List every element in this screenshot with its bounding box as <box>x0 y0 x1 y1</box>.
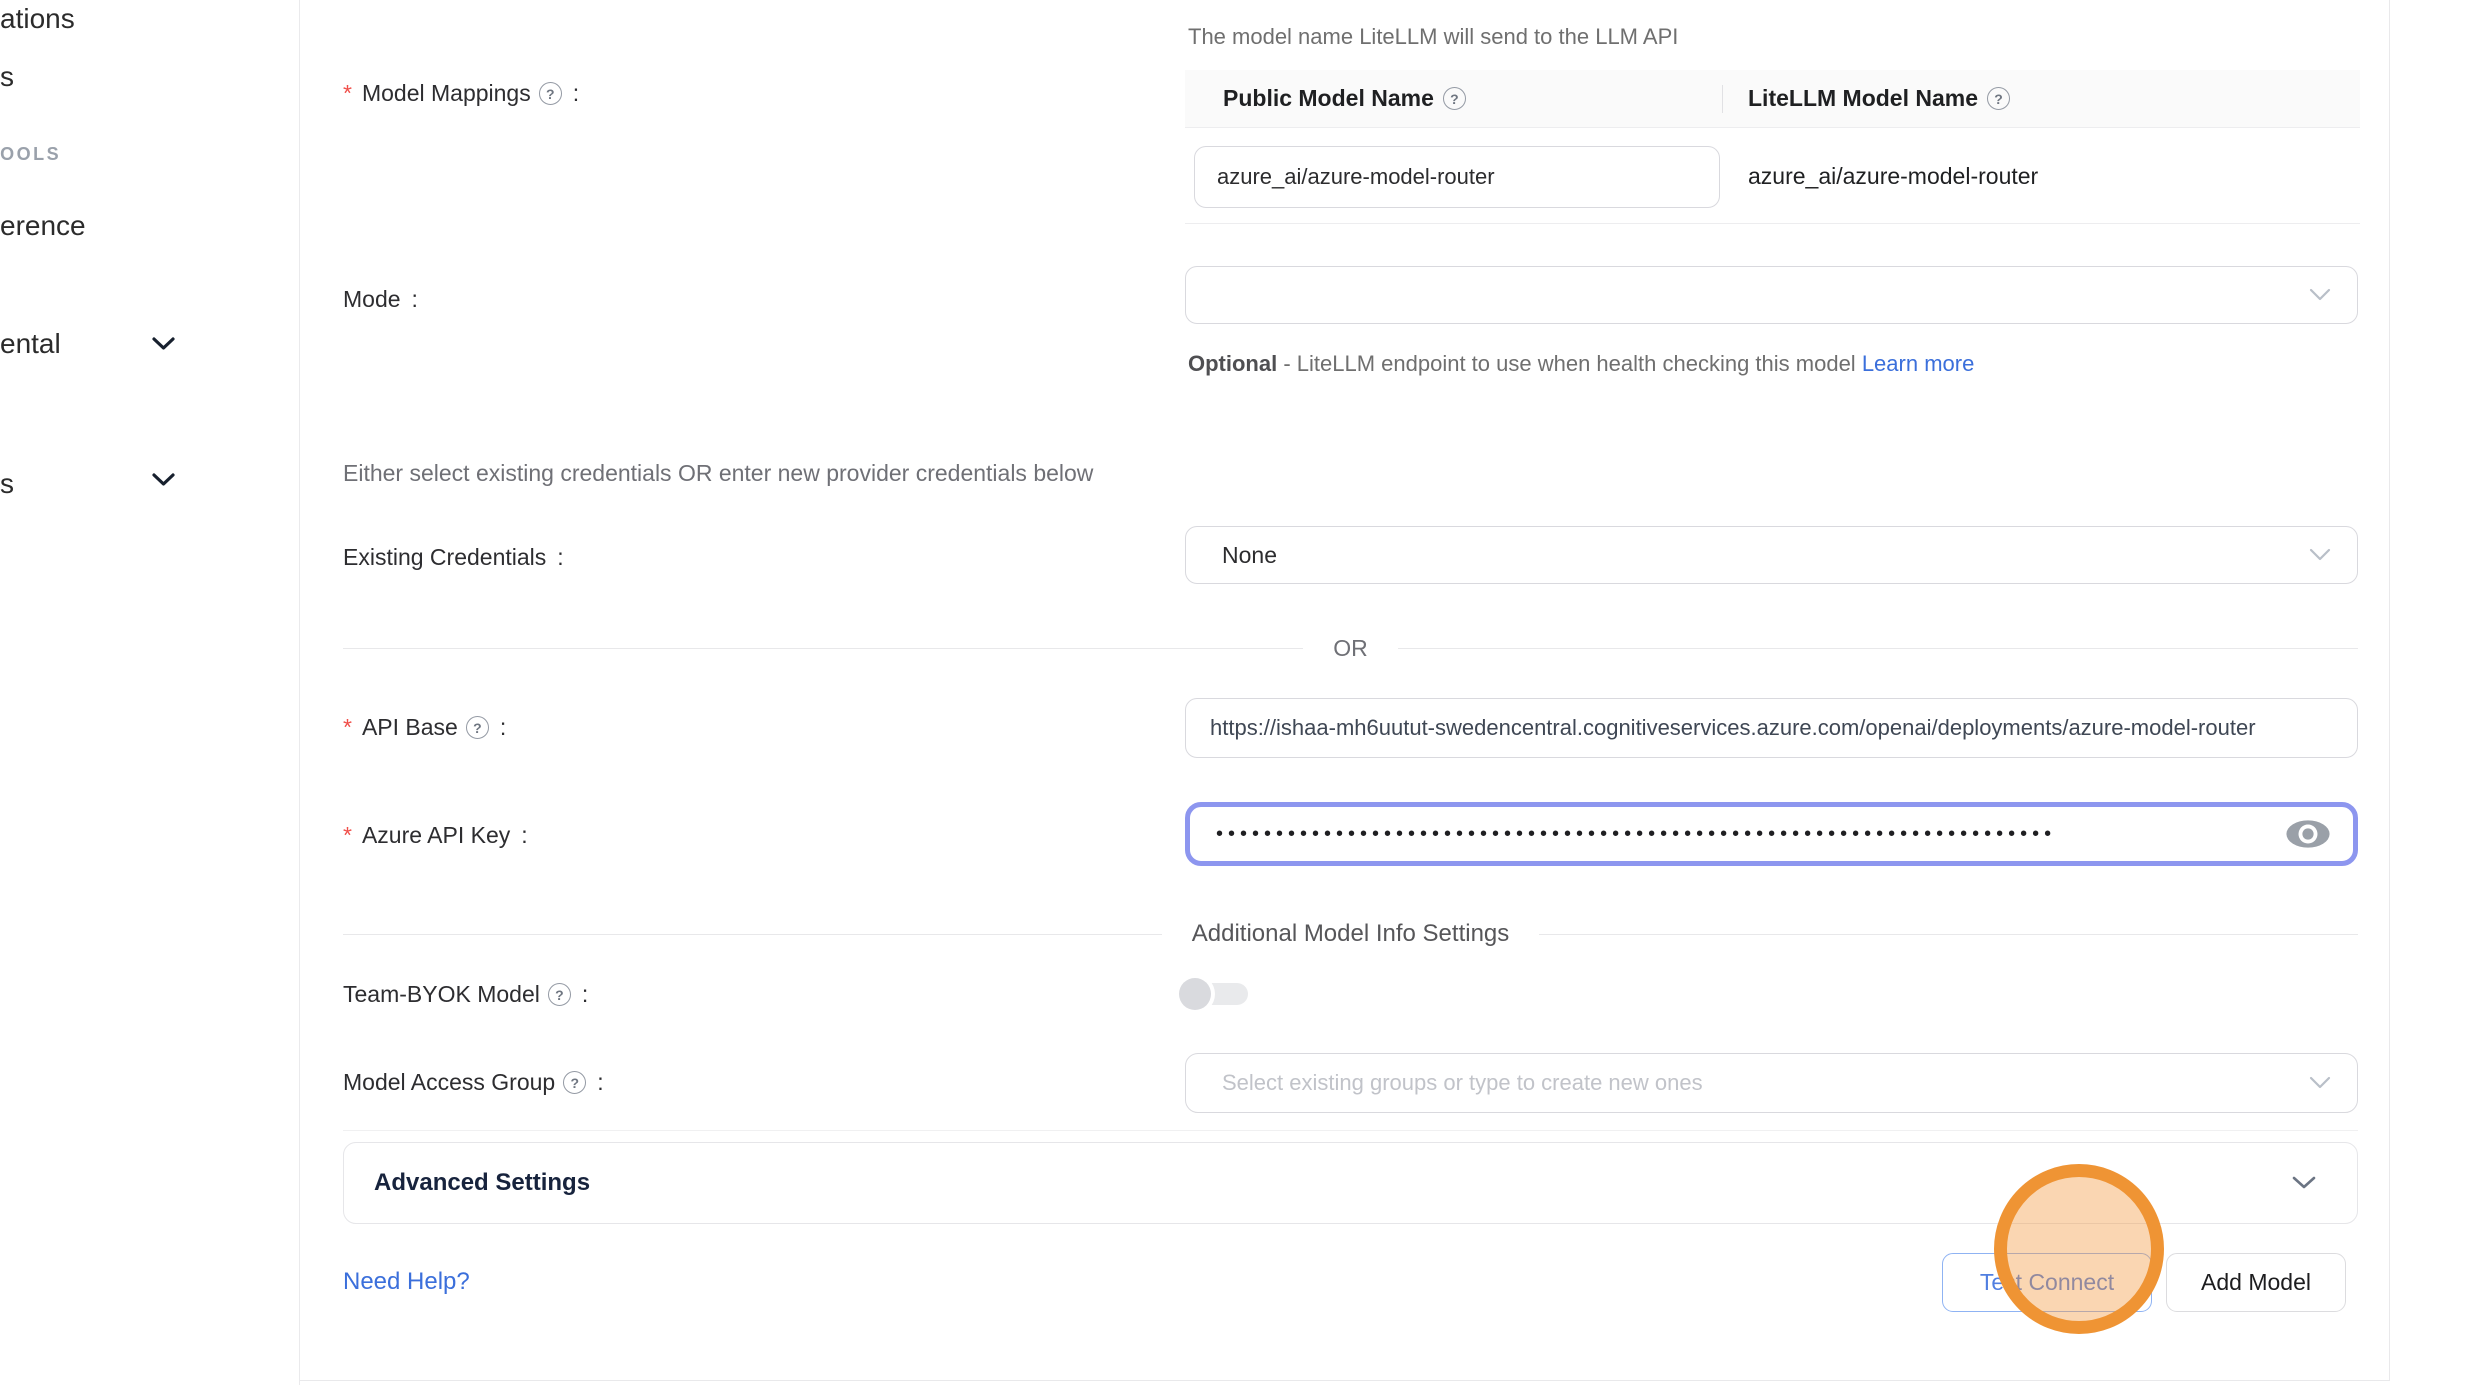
learn-more-link[interactable]: Learn more <box>1862 351 1975 376</box>
credentials-note: Either select existing credentials OR en… <box>343 460 1093 487</box>
help-icon[interactable]: ? <box>539 82 562 105</box>
masked-password-value: ••••••••••••••••••••••••••••••••••••••••… <box>1190 823 2130 846</box>
public-model-hint: The model name LiteLLM will send to the … <box>1188 24 1678 50</box>
help-icon[interactable]: ? <box>466 716 489 739</box>
sidebar-item-s1[interactable]: s <box>0 61 14 93</box>
chevron-down-icon <box>2309 288 2331 302</box>
model-mappings-table-row: azure_ai/azure-model-router <box>1185 128 2360 224</box>
api-base-input[interactable] <box>1186 699 2357 757</box>
help-icon[interactable]: ? <box>548 983 571 1006</box>
sidebar-item-erence[interactable]: erence <box>0 210 86 242</box>
public-model-name-input[interactable] <box>1195 147 1719 207</box>
chevron-down-icon <box>2291 1175 2317 1191</box>
additional-info-divider-text: Additional Model Info Settings <box>1192 920 1510 948</box>
model-mappings-label: * Model Mappings ? <box>343 80 579 107</box>
existing-credentials-value: None <box>1186 542 1277 569</box>
need-help-link[interactable]: Need Help? <box>343 1268 470 1296</box>
or-divider-text: OR <box>1333 635 1368 662</box>
chevron-down-icon[interactable] <box>151 336 176 357</box>
add-model-page: ations s TOOLS erence ental s The model … <box>0 0 2477 1385</box>
eye-icon[interactable] <box>2285 818 2331 850</box>
model-access-group-label: Model Access Group ? <box>343 1069 604 1096</box>
help-icon[interactable]: ? <box>1987 87 2010 110</box>
required-asterisk: * <box>343 80 352 107</box>
api-base-label: * API Base ? <box>343 714 506 741</box>
add-model-button[interactable]: Add Model <box>2166 1253 2346 1312</box>
or-divider: OR <box>343 634 2358 662</box>
sidebar-section-tools: TOOLS <box>0 144 61 165</box>
mode-label: Mode <box>343 286 418 313</box>
model-mappings-table: Public Model Name ? LiteLLM Model Name ?… <box>1185 70 2360 224</box>
model-mappings-table-header: Public Model Name ? LiteLLM Model Name ? <box>1185 70 2360 128</box>
team-byok-label: Team-BYOK Model ? <box>343 981 588 1008</box>
test-connect-button[interactable]: Test Connect <box>1942 1253 2152 1312</box>
existing-credentials-select[interactable]: None <box>1185 526 2358 584</box>
azure-api-key-label: * Azure API Key <box>343 822 528 849</box>
help-icon[interactable]: ? <box>1443 87 1466 110</box>
additional-info-divider: Additional Model Info Settings <box>343 919 2358 949</box>
team-byok-toggle[interactable] <box>1180 978 1248 1010</box>
mode-helper-text: Optional - LiteLLM endpoint to use when … <box>1188 344 2024 384</box>
advanced-settings-panel[interactable]: Advanced Settings <box>343 1142 2358 1224</box>
api-base-input-wrap <box>1185 698 2358 758</box>
sidebar-item-ental[interactable]: ental <box>0 328 61 360</box>
chevron-down-icon <box>2309 548 2331 562</box>
help-icon[interactable]: ? <box>563 1071 586 1094</box>
model-access-group-select[interactable]: Select existing groups or type to create… <box>1185 1053 2358 1113</box>
public-model-name-header: Public Model Name ? <box>1185 85 1722 112</box>
litellm-model-name-header: LiteLLM Model Name ? <box>1722 85 2010 112</box>
litellm-model-name-value: azure_ai/azure-model-router <box>1748 128 2038 224</box>
sidebar: ations s TOOLS erence ental s <box>0 0 300 1385</box>
sidebar-item-ations[interactable]: ations <box>0 3 75 35</box>
chevron-down-icon[interactable] <box>151 472 176 493</box>
toggle-knob <box>1179 978 1211 1010</box>
section-divider <box>343 1130 2358 1131</box>
required-asterisk: * <box>343 822 352 849</box>
model-access-group-placeholder: Select existing groups or type to create… <box>1186 1070 1703 1096</box>
azure-api-key-input[interactable]: ••••••••••••••••••••••••••••••••••••••••… <box>1185 802 2358 866</box>
public-model-name-input-wrap <box>1194 146 1720 208</box>
sidebar-item-s2[interactable]: s <box>0 468 14 500</box>
mode-select[interactable] <box>1185 266 2358 324</box>
chevron-down-icon <box>2309 1076 2331 1090</box>
existing-credentials-label: Existing Credentials <box>343 544 564 571</box>
advanced-settings-title: Advanced Settings <box>344 1169 590 1197</box>
column-divider <box>1722 85 1723 113</box>
required-asterisk: * <box>343 714 352 741</box>
